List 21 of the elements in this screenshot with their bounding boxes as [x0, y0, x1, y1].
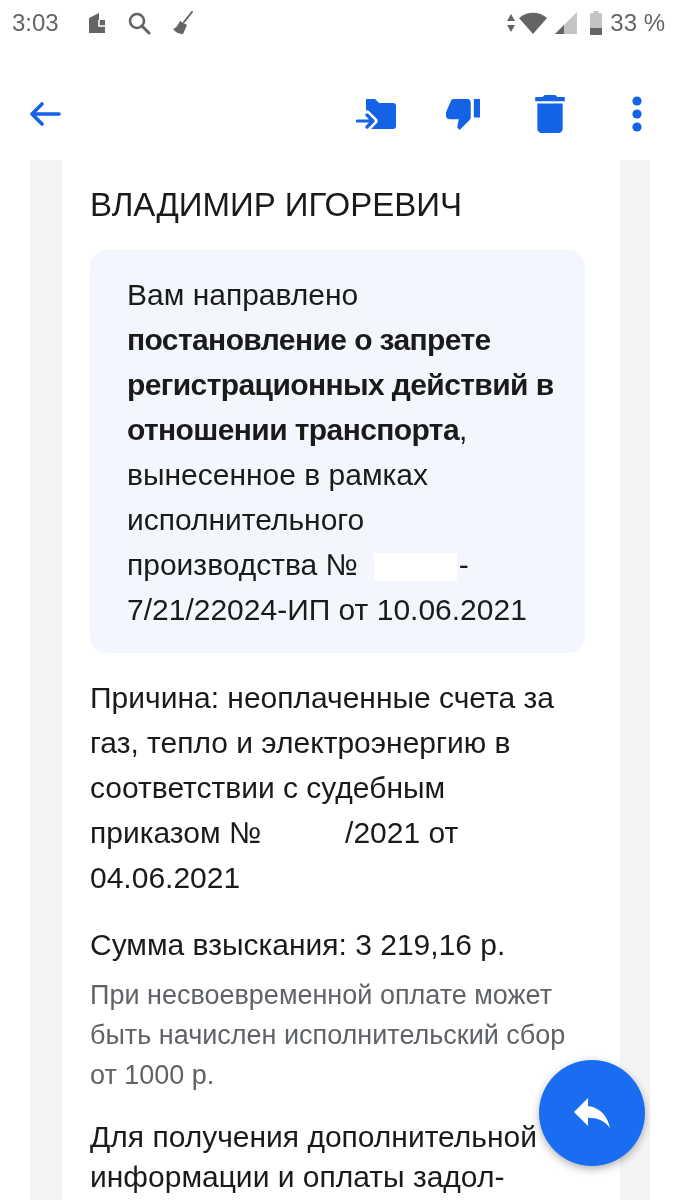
- search-icon: [126, 10, 151, 35]
- notice-text: Вам направлено постановление о запрете регистрационных действий в отношении транспорта, вынесенное в рамках исполнительного производства № -7/21/22024-ИП от 10.06.2021: [127, 277, 555, 628]
- amount-text: Сумма взыскания: 3 219,16 р.: [90, 927, 507, 963]
- recipient-name: ВЛАДИМИР ИГОРЕВИЧ: [90, 185, 463, 225]
- fee-note-text: При несвоевременной оплате может быть начислен исполнительский сбор от 1000 р.: [90, 979, 567, 1092]
- signal-icon: [555, 11, 578, 34]
- trash-icon: [535, 95, 565, 133]
- broom-icon: [171, 10, 194, 35]
- data-arrows-icon: [507, 13, 516, 32]
- reason-text: Причина: неоплаченные счета за газ, тепло и электроэнергию в соответствии с судебным приказом № /2021 от 04.06.2021: [90, 680, 555, 896]
- status-time: 3:03: [12, 8, 59, 37]
- folder-arrow-icon: [356, 97, 396, 131]
- wifi-icon: [519, 11, 548, 34]
- back-arrow-icon: [29, 101, 61, 127]
- info-text: Для получения дополнительной информации и оплаты задол-: [90, 1119, 538, 1195]
- more-vertical-icon: [632, 96, 642, 132]
- battery-icon: [590, 10, 603, 35]
- battery-percent: 33 %: [610, 8, 665, 37]
- wallet-icon: [86, 11, 107, 34]
- reply-arrow-icon: [574, 1098, 610, 1128]
- thumbs-down-icon: [446, 98, 480, 130]
